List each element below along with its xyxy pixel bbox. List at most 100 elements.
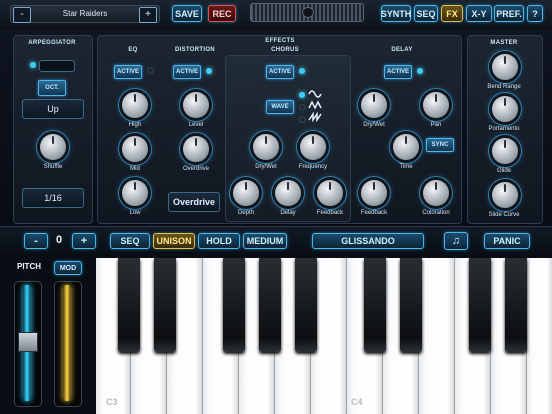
chorus-drywet-knob[interactable] (253, 134, 279, 160)
black-key-gs3[interactable] (259, 258, 281, 352)
eq-mid-label: Mid (130, 166, 140, 172)
xy-button[interactable]: X-Y (466, 5, 492, 22)
distortion-level-label: Level (188, 122, 204, 128)
wave-button[interactable]: WAVE (266, 100, 294, 114)
black-key-ds3[interactable] (154, 258, 176, 352)
chorus-delay-knob[interactable] (275, 180, 301, 206)
wave-saw-led (299, 116, 306, 123)
wave-sine-led (299, 92, 305, 98)
glide-knob[interactable] (492, 138, 518, 164)
octave-up-button[interactable]: + (72, 233, 96, 249)
chorus-feedback-knob[interactable] (317, 180, 343, 206)
delay-coloration-knob[interactable] (423, 180, 449, 206)
slide-curve-knob[interactable] (492, 182, 518, 208)
panic-button[interactable]: PANIC (484, 233, 530, 249)
portamento-label: Portamento (488, 126, 520, 132)
white-key-e4[interactable] (419, 258, 455, 414)
mod-wheel[interactable] (63, 285, 71, 401)
c3-label: C3 (106, 397, 118, 407)
octave-down-button[interactable]: - (24, 233, 48, 249)
delay-coloration-label: Coloration (422, 210, 450, 216)
distortion-active-button[interactable]: ACTIVE (173, 65, 201, 79)
eq-low-label: Low (129, 210, 141, 216)
delay-active-button[interactable]: ACTIVE (384, 65, 412, 79)
chorus-title: CHORUS (271, 47, 299, 53)
help-button[interactable]: ? (527, 5, 543, 22)
preset-selector[interactable]: - Star Raiders + (10, 5, 160, 23)
delay-feedback-knob[interactable] (361, 180, 387, 206)
chorus-frequency-label: Frequency (298, 164, 328, 170)
black-key-ds4[interactable] (400, 258, 422, 352)
arp-direction-display[interactable]: Up (22, 99, 84, 119)
master-title: MASTER (490, 40, 518, 46)
synth-button[interactable]: SYNTH (381, 5, 411, 22)
delay-feedback-label: Feedback (360, 210, 388, 216)
glissando-button[interactable]: GLISSANDO (312, 233, 424, 249)
distortion-level-knob[interactable] (183, 92, 209, 118)
delay-drywet-knob[interactable] (361, 92, 387, 118)
save-button[interactable]: SAVE (172, 5, 202, 22)
delay-drywet-label: Dry/Wet (363, 122, 385, 128)
delay-time-label: Time (399, 164, 413, 170)
prev-preset-button[interactable]: - (13, 7, 31, 23)
hold-button[interactable]: HOLD (198, 233, 240, 249)
mod-label[interactable]: MOD (54, 261, 82, 275)
eq-led (147, 67, 154, 74)
arp-rate-display[interactable]: 1/16 (22, 188, 84, 208)
chorus-active-button[interactable]: ACTIVE (266, 65, 294, 79)
music-note-icon[interactable]: ♫ (444, 232, 468, 250)
grille-knob (302, 7, 314, 18)
chorus-led (299, 68, 305, 74)
eq-high-label: High (128, 122, 142, 128)
next-preset-button[interactable]: + (139, 7, 157, 23)
arp-step-display (39, 60, 75, 72)
effects-title: EFFECTS (265, 38, 295, 44)
wave-triangle-led (299, 104, 306, 111)
distortion-overdrive-knob[interactable] (183, 136, 209, 162)
distortion-title: DISTORTION (175, 47, 215, 53)
bend-range-knob[interactable] (492, 54, 518, 80)
distortion-overdrive-label: Overdrive (182, 166, 209, 172)
glide-label: Glide (496, 168, 511, 174)
eq-active-button[interactable]: ACTIVE (114, 65, 142, 79)
black-key-cs3[interactable] (118, 258, 140, 352)
eq-title: EQ (128, 47, 138, 53)
shuffle-label: Shuffle (43, 164, 63, 170)
delay-title: DELAY (391, 47, 413, 53)
medium-button[interactable]: MEDIUM (243, 233, 287, 249)
oct-button[interactable]: OCT. (38, 80, 66, 96)
delay-pan-knob[interactable] (423, 92, 449, 118)
arp-led (30, 62, 36, 68)
arpeggiator-title: ARPEGGIATOR (28, 40, 76, 46)
chorus-feedback-label: Feedback (316, 210, 344, 216)
delay-time-knob[interactable] (393, 134, 419, 160)
eq-low-knob[interactable] (122, 180, 148, 206)
black-key-gs4[interactable] (505, 258, 527, 352)
eq-high-knob[interactable] (122, 92, 148, 118)
distortion-type-display[interactable]: Overdrive (168, 192, 220, 212)
shuffle-knob[interactable] (40, 134, 66, 160)
wave-shapes-icon (308, 90, 322, 122)
black-key-fs3[interactable] (223, 258, 245, 352)
black-key-as3[interactable] (295, 258, 317, 352)
chorus-depth-knob[interactable] (233, 180, 259, 206)
delay-led (417, 68, 423, 74)
seq-toggle-button[interactable]: SEQ (110, 233, 150, 249)
octave-value: 0 (55, 234, 63, 246)
bend-range-label: Bend Range (487, 84, 521, 90)
unison-button[interactable]: UNISON (153, 233, 195, 249)
black-key-fs4[interactable] (469, 258, 491, 352)
pref-button[interactable]: PREF. (494, 5, 524, 22)
eq-mid-knob[interactable] (122, 136, 148, 162)
delay-pan-label: Pan (430, 122, 442, 128)
chorus-frequency-knob[interactable] (300, 134, 326, 160)
rec-button[interactable]: REC (208, 5, 236, 22)
portamento-knob[interactable] (492, 96, 518, 122)
seq-tab-button[interactable]: SEQ (414, 5, 438, 22)
white-key-a4[interactable] (527, 258, 552, 414)
pitch-wheel-handle[interactable] (18, 332, 38, 352)
black-key-cs4[interactable] (364, 258, 386, 352)
pitch-label: PITCH (17, 262, 41, 271)
fx-button[interactable]: FX (441, 5, 463, 22)
delay-sync-button[interactable]: SYNC (426, 138, 454, 152)
